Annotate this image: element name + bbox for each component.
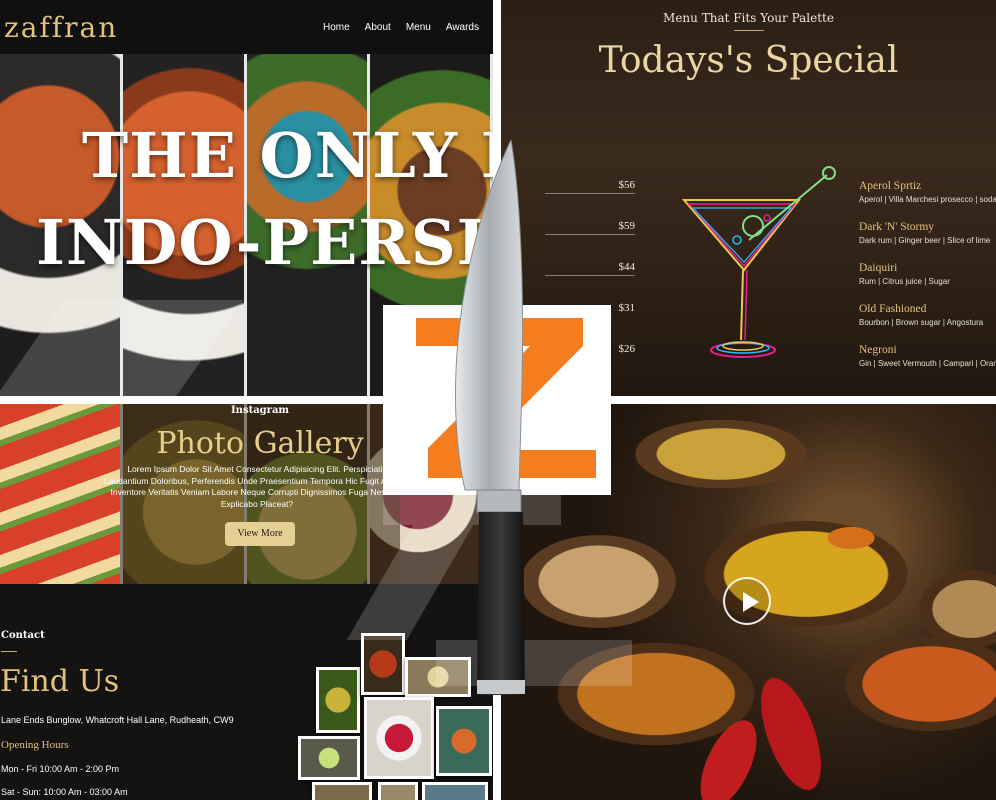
menu-item-desc: Bourbon | Brown sugar | Angostura bbox=[859, 318, 984, 327]
nav-home[interactable]: Home bbox=[323, 22, 350, 33]
menu-item-name: Dark 'N' Stormy bbox=[859, 221, 935, 233]
orange-pepper-image bbox=[821, 524, 881, 552]
menu-item: Dark 'N' Stormy Dark rum | Ginger beer |… bbox=[859, 221, 996, 245]
menu-item-name: Aperol Sprtiz bbox=[859, 180, 922, 192]
nav-menu[interactable]: Menu bbox=[406, 22, 431, 33]
view-more-button[interactable]: View More bbox=[225, 522, 295, 546]
nav-awards[interactable]: Awards bbox=[446, 22, 479, 33]
menu-item-desc: Gin | Sweet Vermouth | Campari | Orange bbox=[859, 359, 996, 368]
contact-address: Lane Ends Bunglow, Whatcroft Hall Lane, … bbox=[1, 715, 234, 725]
chef-knife-image bbox=[455, 140, 525, 695]
play-icon[interactable] bbox=[723, 577, 771, 625]
contact-eyebrow: Contact bbox=[1, 630, 45, 641]
food-thumbnail[interactable] bbox=[298, 736, 360, 780]
site-header: zaffran Home About Menu Awards bbox=[0, 0, 493, 54]
nav-about[interactable]: About bbox=[365, 22, 391, 33]
menu-price: $59 bbox=[545, 220, 635, 235]
site-logo[interactable]: zaffran bbox=[4, 11, 118, 44]
specials-eyebrow: Menu That Fits Your Palette bbox=[663, 11, 834, 25]
opening-hours-weekday: Mon - Fri 10:00 Am - 2:00 Pm bbox=[1, 764, 120, 774]
divider bbox=[734, 30, 764, 31]
menu-item: Negroni Gin | Sweet Vermouth | Campari |… bbox=[859, 344, 996, 368]
menu-item: Old Fashioned Bourbon | Brown sugar | An… bbox=[859, 303, 996, 327]
food-thumbnail[interactable] bbox=[361, 633, 405, 695]
spice-bowl-image bbox=[621, 414, 821, 494]
food-thumbnail[interactable] bbox=[312, 782, 372, 800]
menu-item-name: Old Fashioned bbox=[859, 303, 927, 315]
gallery-description: Lorem Ipsum Dolor Sit Amet Consectetur A… bbox=[104, 464, 410, 509]
food-thumbnail[interactable] bbox=[364, 697, 434, 779]
menu-item-desc: Dark rum | Ginger beer | Slice of lime bbox=[859, 236, 991, 245]
gallery-eyebrow: Instagram bbox=[231, 405, 289, 416]
spice-bowl-image bbox=[831, 629, 996, 739]
menu-item-desc: Aperol | Villa Marchesi prosecco | soda bbox=[859, 195, 996, 204]
contact-title: Find Us bbox=[0, 664, 120, 699]
food-thumbnail[interactable] bbox=[436, 706, 492, 776]
menu-price: $56 bbox=[545, 179, 635, 194]
main-nav: Home About Menu Awards bbox=[323, 22, 479, 33]
gallery-title: Photo Gallery bbox=[156, 426, 364, 461]
specials-title: Todays's Special bbox=[598, 40, 899, 81]
menu-item-name: Negroni bbox=[859, 344, 897, 356]
menu-price: $44 bbox=[545, 261, 635, 276]
menu-item: Aperol Sprtiz Aperol | Villa Marchesi pr… bbox=[859, 180, 996, 204]
cocktail-glass-icon bbox=[681, 166, 836, 358]
menu-item: Daiquiri Rum | Citrus juice | Sugar bbox=[859, 262, 996, 286]
food-thumbnail[interactable] bbox=[422, 782, 488, 800]
food-thumbnail[interactable] bbox=[378, 782, 418, 800]
divider bbox=[1, 651, 17, 652]
opening-hours-weekend: Sat - Sun: 10:00 Am - 03:00 Am bbox=[1, 787, 128, 797]
spice-bowl-image bbox=[691, 514, 921, 634]
opening-hours-title: Opening Hours bbox=[1, 739, 69, 751]
spice-bowl-image bbox=[511, 529, 686, 634]
menu-item-desc: Rum | Citrus juice | Sugar bbox=[859, 277, 950, 286]
food-thumbnail[interactable] bbox=[316, 667, 360, 733]
menu-item-name: Daiquiri bbox=[859, 262, 898, 274]
